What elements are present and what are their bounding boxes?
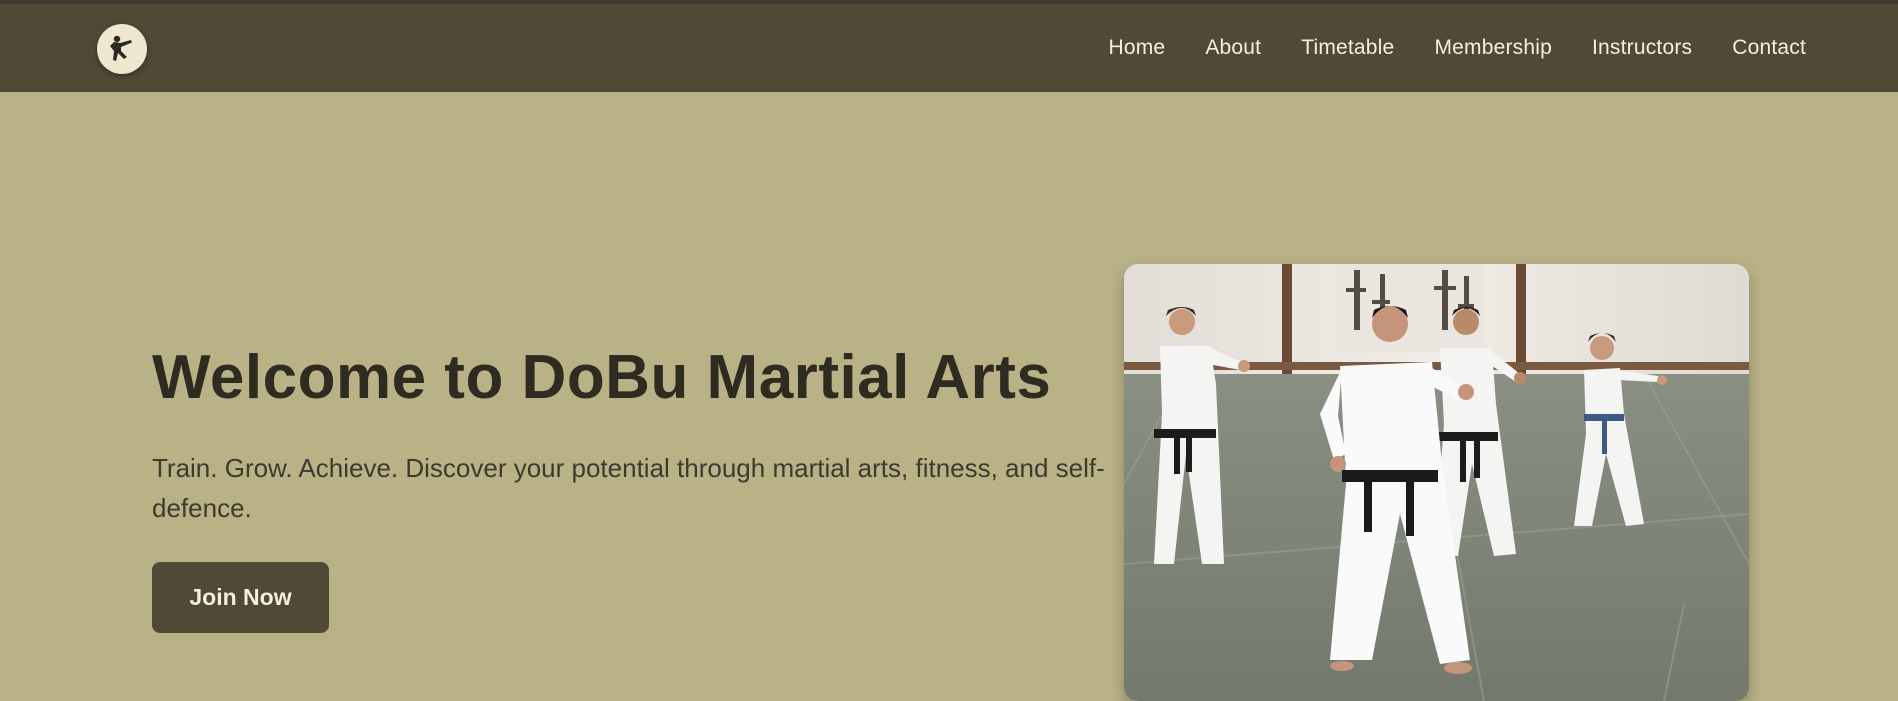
nav-membership[interactable]: Membership xyxy=(1434,36,1552,60)
join-now-button[interactable]: Join Now xyxy=(152,562,329,633)
hero-title: Welcome to DoBu Martial Arts xyxy=(152,343,1052,412)
nav-timetable[interactable]: Timetable xyxy=(1301,36,1394,60)
hero-image xyxy=(1124,264,1749,701)
martial-artist-kick-icon xyxy=(104,31,140,67)
nav-contact[interactable]: Contact xyxy=(1732,36,1806,60)
main-nav: Home About Timetable Membership Instruct… xyxy=(1108,4,1806,92)
site-header: Home About Timetable Membership Instruct… xyxy=(0,4,1898,92)
site-logo[interactable] xyxy=(97,24,147,74)
nav-about[interactable]: About xyxy=(1205,36,1261,60)
nav-instructors[interactable]: Instructors xyxy=(1592,36,1692,60)
hero-section: Welcome to DoBu Martial Arts Train. Grow… xyxy=(0,92,1898,701)
nav-home[interactable]: Home xyxy=(1108,36,1165,60)
hero-subtitle: Train. Grow. Achieve. Discover your pote… xyxy=(152,453,1105,523)
